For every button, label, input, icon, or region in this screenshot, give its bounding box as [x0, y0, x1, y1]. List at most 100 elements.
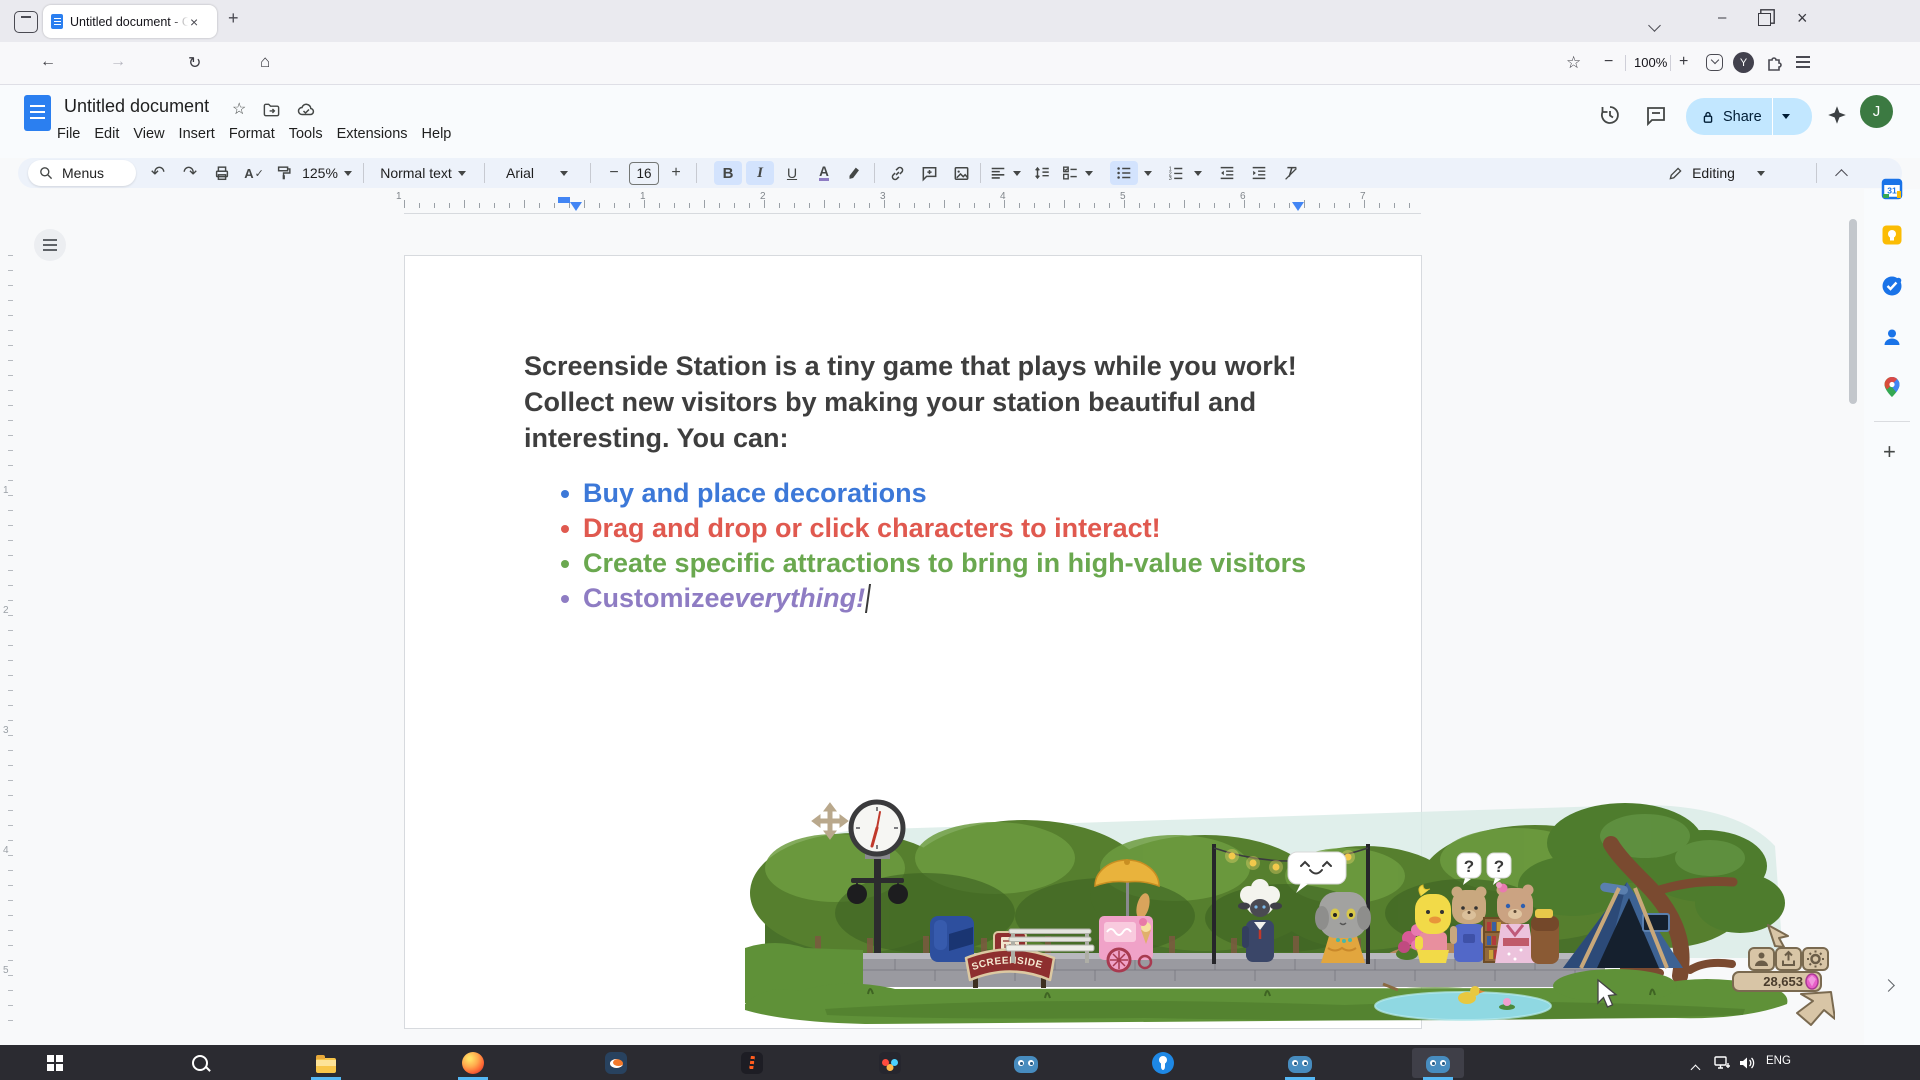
bullet-item[interactable]: Create specific attractions to bring in … [561, 546, 1306, 581]
game-exchange-arrow-icon[interactable] [1797, 992, 1835, 1025]
menu-format[interactable]: Format [222, 122, 282, 146]
share-dropdown-icon[interactable] [1782, 114, 1790, 119]
zoom-select[interactable]: 125% [302, 158, 352, 188]
cloud-saved-icon[interactable] [296, 100, 316, 120]
menu-insert[interactable]: Insert [172, 122, 222, 146]
scrollbar[interactable] [1849, 219, 1857, 1034]
crate[interactable] [1531, 909, 1559, 964]
firefox-view-icon[interactable] [14, 11, 38, 33]
numbered-list-dropdown[interactable] [1190, 158, 1206, 188]
tab-close-icon[interactable]: × [190, 14, 198, 30]
language-indicator[interactable]: ENG [1766, 1055, 1791, 1067]
window-minimize-button[interactable]: – [1718, 9, 1726, 26]
taskbar-file-explorer-icon[interactable] [313, 1050, 339, 1076]
clear-formatting-icon[interactable] [1276, 158, 1306, 188]
add-panel-icon[interactable]: + [1883, 439, 1896, 465]
print-icon[interactable] [208, 158, 236, 188]
bold-button[interactable]: B [714, 161, 742, 185]
bookmark-star-icon[interactable]: ☆ [1566, 53, 1581, 73]
gemini-sparkle-icon[interactable] [1826, 104, 1848, 126]
numbered-list-button[interactable]: 123 [1162, 158, 1190, 188]
page-zoom-indicator[interactable]: 100% [1634, 55, 1667, 70]
zoom-in-icon[interactable]: + [1679, 53, 1688, 71]
tab-list-chevron-icon[interactable] [1650, 17, 1659, 35]
zoom-out-icon[interactable]: − [1604, 53, 1613, 71]
game-share-button[interactable] [1776, 948, 1801, 970]
back-icon[interactable]: ← [40, 53, 56, 71]
taskbar-firefox-icon[interactable] [460, 1050, 486, 1076]
taskbar-godot-icon[interactable] [1013, 1050, 1039, 1076]
right-indent-marker[interactable] [1292, 202, 1304, 211]
taskbar-godot-icon-2[interactable] [1287, 1050, 1313, 1076]
home-icon[interactable]: ⌂ [260, 52, 270, 72]
taskbar-app-icon[interactable] [739, 1050, 765, 1076]
menu-hamburger-icon[interactable] [1796, 61, 1810, 63]
document-outline-button[interactable] [34, 229, 66, 261]
decrease-indent-icon[interactable] [1212, 158, 1242, 188]
font-select[interactable]: Arial [494, 158, 580, 188]
paragraph-style-select[interactable]: Normal text [373, 158, 473, 188]
menu-edit[interactable]: Edit [87, 122, 126, 146]
first-line-indent-marker[interactable] [558, 197, 570, 203]
taskbar-search-icon[interactable] [187, 1050, 213, 1076]
taskbar-resolve-icon[interactable] [877, 1050, 903, 1076]
increase-indent-icon[interactable] [1244, 158, 1274, 188]
bullet-item[interactable]: Buy and place decorations [561, 476, 927, 511]
calendar-icon[interactable]: 31 [1880, 177, 1904, 201]
comments-icon[interactable] [1644, 103, 1668, 127]
tray-chevron-icon[interactable] [1692, 1060, 1699, 1078]
text-color-button[interactable]: A [810, 158, 838, 188]
checklist-select[interactable] [1058, 158, 1096, 188]
window-close-button[interactable]: × [1797, 8, 1808, 29]
forward-icon[interactable]: → [110, 53, 126, 71]
bulleted-list-dropdown[interactable] [1140, 158, 1156, 188]
taskbar-blender-icon[interactable] [603, 1050, 629, 1076]
menu-file[interactable]: File [50, 122, 87, 146]
insert-image-icon[interactable] [946, 158, 976, 188]
paint-format-icon[interactable] [270, 158, 298, 188]
bullet-item[interactable]: Customize everything! [561, 581, 869, 616]
insert-link-icon[interactable] [882, 158, 912, 188]
editing-mode-select[interactable]: Editing [1656, 158, 1776, 188]
align-select[interactable] [986, 158, 1024, 188]
move-to-folder-icon[interactable] [262, 100, 281, 119]
screenside-station-game[interactable]: SCREENSIDE [745, 798, 1835, 1028]
expand-side-panel-chevron-icon[interactable] [1884, 977, 1893, 995]
font-size-decrease-icon[interactable]: − [602, 158, 626, 188]
hide-menus-chevron-icon[interactable] [1828, 158, 1854, 188]
highlight-color-icon[interactable] [840, 158, 868, 188]
start-button[interactable] [42, 1050, 68, 1076]
game-profile-button[interactable] [1749, 948, 1774, 970]
account-avatar[interactable]: Y [1733, 52, 1754, 73]
document-heading[interactable]: Screenside Station is a tiny game that p… [524, 348, 1297, 456]
menu-help[interactable]: Help [415, 122, 459, 146]
undo-icon[interactable]: ↶ [144, 158, 172, 188]
font-size-field[interactable]: 16 [628, 158, 660, 188]
window-restore-button[interactable] [1758, 13, 1771, 26]
google-docs-logo[interactable] [24, 95, 51, 131]
bulleted-list-button[interactable] [1110, 161, 1138, 185]
taskbar-pin-app-icon[interactable] [1150, 1050, 1176, 1076]
new-tab-button[interactable]: + [228, 8, 239, 29]
network-icon[interactable] [1714, 1055, 1732, 1071]
version-history-icon[interactable] [1598, 103, 1622, 127]
extensions-puzzle-icon[interactable] [1764, 52, 1784, 72]
browser-tab[interactable]: Untitled document - Google Do × [43, 5, 217, 38]
contacts-icon[interactable] [1880, 325, 1904, 349]
font-size-increase-icon[interactable]: + [664, 158, 688, 188]
menu-extensions[interactable]: Extensions [330, 122, 415, 146]
scrollbar-thumb[interactable] [1849, 219, 1857, 404]
volume-icon[interactable] [1738, 1055, 1756, 1071]
taskbar-godot-icon-active[interactable] [1425, 1050, 1451, 1076]
mailbox[interactable] [930, 916, 974, 962]
game-settings-button[interactable] [1803, 948, 1828, 970]
line-spacing-icon[interactable] [1028, 158, 1056, 188]
share-button[interactable]: Share [1686, 98, 1812, 135]
redo-icon[interactable]: ↷ [176, 158, 204, 188]
italic-button[interactable]: I [746, 161, 774, 185]
star-document-icon[interactable]: ☆ [232, 99, 246, 119]
bullet-item[interactable]: Drag and drop or click characters to int… [561, 511, 1161, 546]
user-avatar[interactable]: J [1860, 95, 1893, 128]
menu-tools[interactable]: Tools [282, 122, 330, 146]
reload-icon[interactable]: ↻ [188, 53, 201, 73]
